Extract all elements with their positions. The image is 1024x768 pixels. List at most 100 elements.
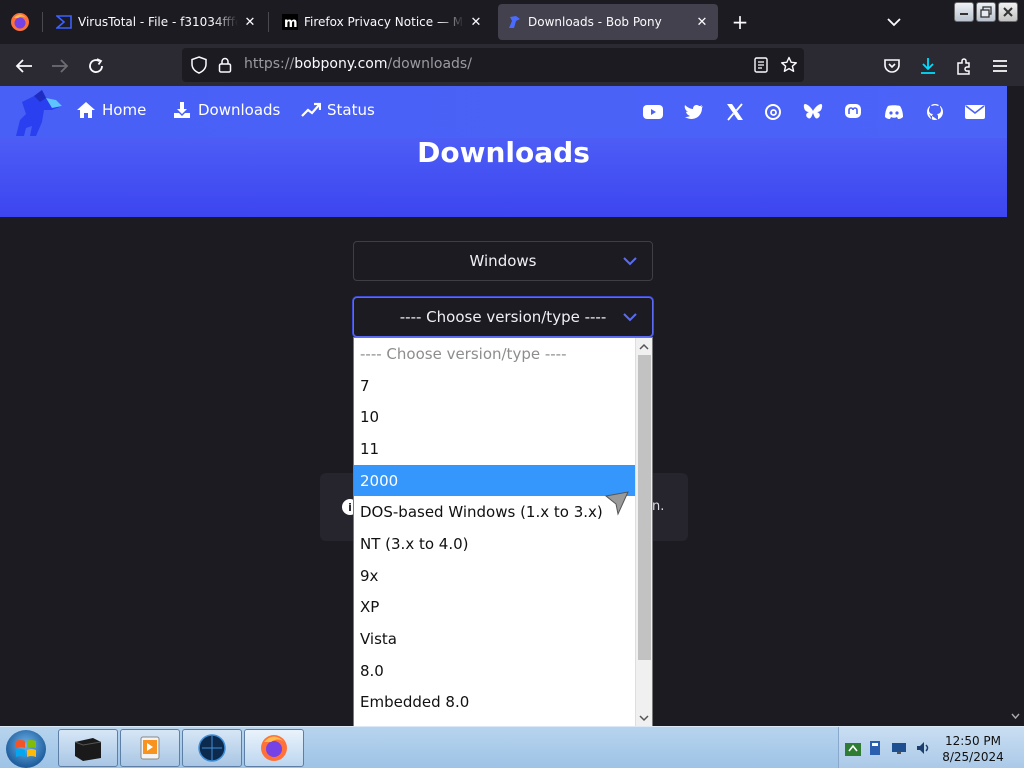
back-arrow-icon (15, 59, 32, 73)
page-scrollbar[interactable] (1007, 86, 1024, 726)
tab-separator (268, 12, 269, 32)
dropdown-option[interactable]: ---- Choose version/type ---- (354, 338, 635, 370)
x-icon[interactable] (725, 102, 745, 122)
forward-arrow-icon (52, 59, 69, 73)
minimize-button[interactable] (954, 2, 974, 22)
forward-button[interactable] (47, 53, 73, 79)
globe-icon (198, 734, 226, 762)
window-controls (954, 2, 1018, 22)
extensions-button[interactable] (951, 53, 977, 79)
bobpony-icon (506, 14, 522, 30)
taskbar-app-media-player[interactable] (120, 729, 180, 767)
taskbar-app-globe[interactable] (182, 729, 242, 767)
nav-home-link[interactable]: Home (76, 101, 146, 119)
bookmark-star-icon[interactable] (780, 56, 798, 74)
info-text-tail: n. (652, 499, 665, 514)
dropdown-option[interactable]: Vista (354, 623, 635, 655)
back-button[interactable] (11, 53, 37, 79)
firefox-icon (261, 735, 287, 761)
tab-firefox-privacy[interactable]: m Firefox Privacy Notice — Mozilla ✕ (274, 4, 492, 40)
list-all-tabs-button[interactable] (882, 10, 906, 34)
scrollbar-thumb[interactable] (638, 355, 651, 660)
bluesky-icon[interactable] (803, 102, 823, 122)
dropdown-option[interactable]: DOS-based Windows (1.x to 3.x) (354, 496, 635, 528)
discord-icon[interactable] (884, 102, 904, 122)
site-navbar: Home Downloads Status (0, 86, 1007, 138)
url-host: bobpony.com (294, 56, 388, 72)
download-icon (172, 101, 192, 119)
scroll-down-arrow-icon[interactable] (1011, 712, 1020, 720)
email-icon[interactable] (965, 102, 985, 122)
mastodon-icon[interactable] (843, 102, 863, 122)
version-dropdown-list[interactable]: ---- Choose version/type ---- 7 10 11 20… (353, 337, 653, 726)
chevron-down-icon (623, 257, 637, 266)
reload-button[interactable] (83, 53, 109, 79)
nav-status-label: Status (327, 101, 375, 119)
dropdown-option[interactable]: 8.0 (354, 655, 635, 687)
dropdown-option[interactable]: 9x (354, 560, 635, 592)
virustotal-icon (56, 14, 72, 30)
dropdown-option[interactable]: 11 (354, 433, 635, 465)
firefox-icon[interactable] (8, 10, 32, 34)
dropdown-option-highlighted[interactable]: 2000 (354, 464, 635, 497)
dropdown-option[interactable]: 10 (354, 401, 635, 433)
notebook-icon[interactable] (867, 740, 883, 756)
nav-status-link[interactable]: Status (301, 101, 375, 119)
taskbar-app-server-manager[interactable] (58, 729, 118, 767)
youtube-icon[interactable] (643, 102, 663, 122)
clock-time: 12:50 PM (945, 734, 1001, 748)
tab-downloads-bobpony[interactable]: Downloads - Bob Pony ✕ (498, 4, 718, 40)
server-box-icon (74, 738, 102, 761)
page-title: Downloads (417, 136, 590, 169)
app-menu-button[interactable] (987, 53, 1013, 79)
dropdown-scrollbar[interactable] (635, 338, 652, 726)
os-select-value: Windows (469, 252, 537, 270)
monitor-icon[interactable] (891, 740, 907, 756)
taskbar-app-firefox[interactable] (244, 729, 304, 767)
tab-label: Downloads - Bob Pony (528, 15, 662, 29)
close-tab-icon[interactable]: ✕ (242, 14, 258, 30)
url-bar[interactable]: https://bobpony.com/downloads/ (182, 48, 804, 82)
reload-icon (89, 58, 103, 73)
close-window-button[interactable] (998, 2, 1018, 22)
tab-strip: VirusTotal - File - f31034fffec42 ✕ m Fi… (0, 0, 1024, 44)
system-clock[interactable]: 12:50 PM 8/25/2024 (928, 733, 1018, 765)
start-button[interactable] (6, 730, 46, 768)
os-select[interactable]: Windows (353, 241, 653, 281)
dropdown-option[interactable]: 7 (354, 370, 635, 402)
new-tab-button[interactable]: + (728, 10, 752, 34)
downloads-button[interactable] (915, 53, 941, 79)
taskbar: 12:50 PM 8/25/2024 (0, 726, 1024, 768)
network-status-icon[interactable] (845, 741, 861, 757)
tab-separator (42, 12, 43, 32)
threads-icon[interactable] (763, 102, 783, 122)
tab-virustotal[interactable]: VirusTotal - File - f31034fffec42 ✕ (48, 4, 266, 40)
bobpony-logo[interactable] (12, 88, 64, 138)
nav-home-label: Home (102, 101, 147, 119)
reader-view-icon[interactable] (752, 56, 770, 74)
page-content: Home Downloads Status Downloads Windows … (0, 86, 1007, 726)
close-tab-icon[interactable]: ✕ (468, 14, 484, 30)
shield-icon[interactable] (190, 56, 208, 74)
version-select[interactable]: ---- Choose version/type ---- (353, 297, 653, 337)
lock-icon[interactable] (216, 56, 234, 74)
pocket-button[interactable] (879, 53, 905, 79)
media-player-icon (140, 736, 160, 760)
close-tab-icon[interactable]: ✕ (694, 14, 710, 30)
home-icon (76, 101, 96, 119)
trend-up-icon (301, 101, 321, 119)
version-select-value: ---- Choose version/type ---- (399, 308, 607, 326)
restore-button[interactable] (976, 2, 996, 22)
dropdown-option[interactable]: Embedded 8.0 (354, 687, 635, 719)
dropdown-option[interactable]: NT (3.x to 4.0) (354, 528, 635, 560)
puzzle-icon (957, 58, 970, 75)
tab-label: Firefox Privacy Notice — Mozilla (304, 15, 464, 29)
nav-downloads-link[interactable]: Downloads (172, 101, 280, 119)
scroll-up-arrow-icon[interactable] (636, 338, 652, 355)
twitter-icon[interactable] (684, 102, 704, 122)
dropdown-option[interactable]: XP (354, 592, 635, 624)
url-scheme: https:// (244, 56, 295, 72)
github-icon[interactable] (925, 102, 945, 122)
url-path: /downloads/ (387, 56, 472, 72)
scroll-down-arrow-icon[interactable] (636, 709, 652, 726)
